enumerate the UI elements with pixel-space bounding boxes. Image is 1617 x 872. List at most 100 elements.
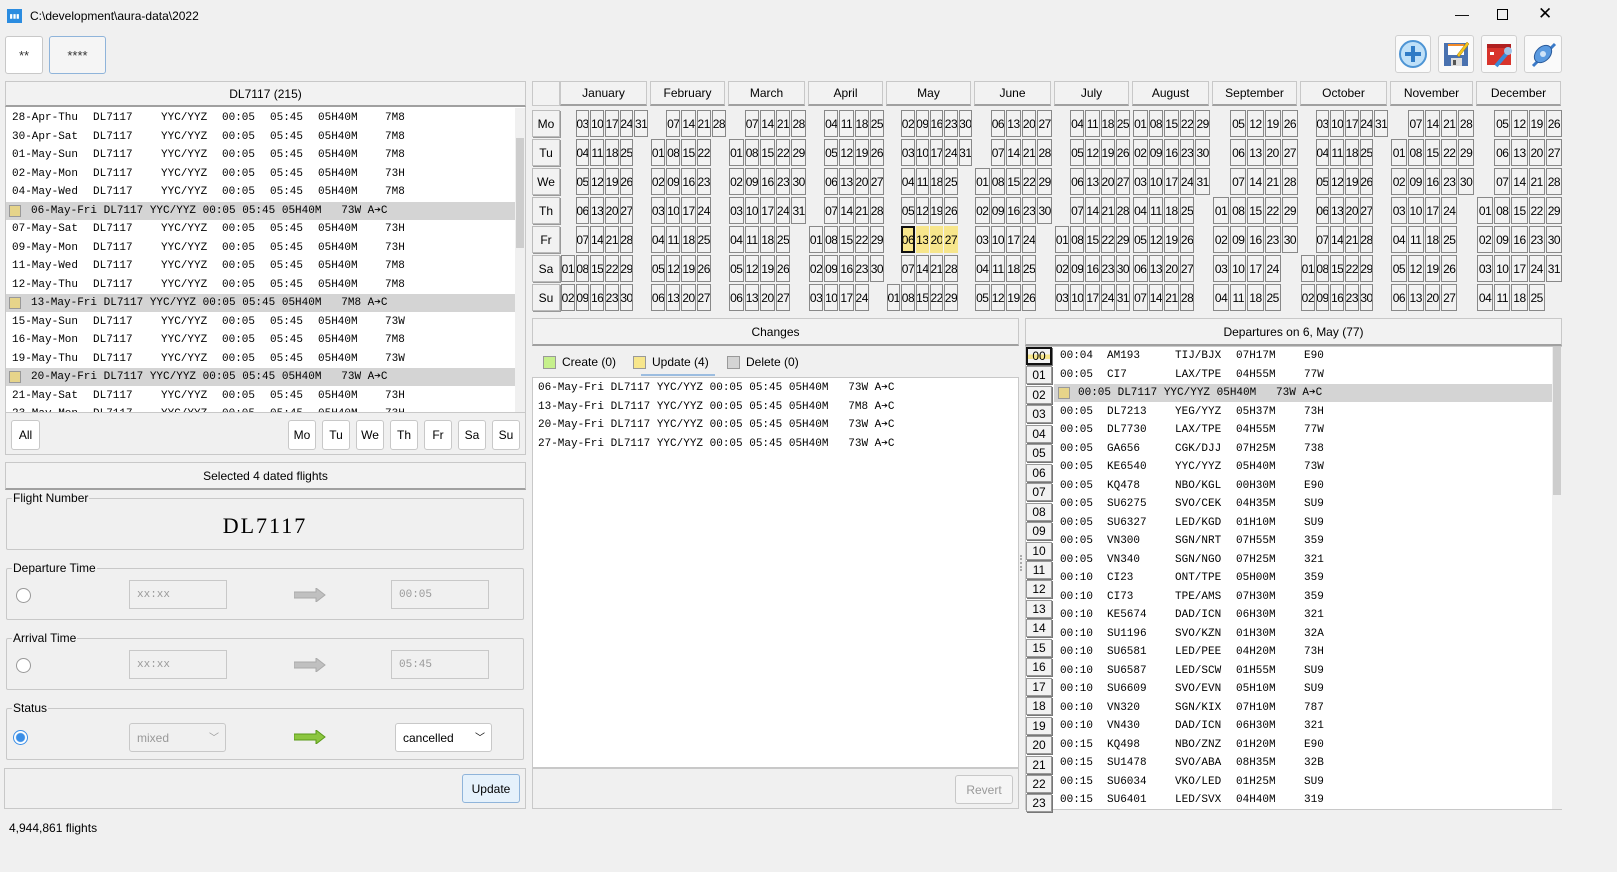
calendar-day[interactable]: 04 — [1070, 110, 1085, 137]
calendar-day[interactable]: 10 — [1148, 168, 1164, 195]
calendar-day[interactable]: 29 — [791, 139, 806, 166]
calendar-day[interactable]: 20 — [1424, 284, 1441, 311]
departure-row[interactable]: 00:10 CI73 TPE/AMS 07H30M 359 — [1054, 588, 1552, 606]
calendar-day[interactable]: 01 — [1133, 110, 1148, 137]
filter-day-sa[interactable]: Sa — [458, 420, 486, 450]
calendar-day[interactable]: 17 — [1085, 284, 1100, 311]
calendar-day[interactable]: 25 — [1115, 110, 1130, 137]
calendar-day[interactable]: 30 — [869, 255, 884, 282]
departure-row[interactable]: 00:10 SU6609 SVO/EVN 05H10M SU9 — [1054, 680, 1552, 698]
save-button[interactable] — [1438, 35, 1474, 73]
month-header-august[interactable]: August — [1132, 81, 1209, 106]
calendar-day[interactable]: 28 — [1115, 197, 1130, 224]
calendar-day[interactable]: 16 — [590, 284, 604, 311]
calendar-day[interactable]: 11 — [990, 255, 1006, 282]
calendar-day[interactable]: 01 — [975, 168, 990, 195]
calendar-day[interactable]: 21 — [1100, 197, 1115, 224]
calendar-day[interactable]: 08 — [1407, 139, 1424, 166]
filter-day-fr[interactable]: Fr — [424, 420, 452, 450]
calendar-day[interactable]: 15 — [1006, 168, 1021, 195]
calendar-day[interactable]: 19 — [1100, 139, 1115, 166]
departure-row[interactable]: 00:05 GA656 CGK/DJJ 07H25M 738 — [1054, 440, 1552, 458]
calendar-day[interactable]: 13 — [839, 168, 854, 195]
calendar-day[interactable]: 19 — [760, 255, 775, 282]
toolbar-button-short[interactable]: ** — [5, 36, 43, 74]
hour-button-05[interactable]: 05 — [1026, 444, 1052, 463]
departure-row[interactable]: 00:10 SU6587 LED/SCW 01H55M SU9 — [1054, 662, 1552, 680]
calendar-day[interactable]: 16 — [1511, 226, 1528, 253]
calendar-day[interactable]: 23 — [944, 110, 958, 137]
calendar-day[interactable]: 22 — [1441, 139, 1458, 166]
calendar-day[interactable]: 07 — [744, 110, 760, 137]
calendar-day[interactable]: 20 — [605, 197, 619, 224]
calendar-day[interactable]: 11 — [1494, 284, 1511, 311]
calendar-day[interactable]: 14 — [1148, 284, 1164, 311]
hour-button-11[interactable]: 11 — [1026, 561, 1052, 579]
hour-button-16[interactable]: 16 — [1026, 658, 1052, 677]
calendar-day[interactable]: 15 — [760, 139, 775, 166]
status-from-select[interactable]: mixed ﹀ — [129, 723, 226, 752]
calendar-day[interactable]: 08 — [990, 168, 1006, 195]
departure-row[interactable]: 00:15 SU6401 LED/SVX 04H40M 319 — [1054, 791, 1552, 809]
calendar-day[interactable]: 27 — [1037, 110, 1052, 137]
calendar-day[interactable]: 17 — [839, 284, 854, 311]
calendar-day[interactable]: 09 — [1148, 139, 1164, 166]
calendar-day[interactable]: 03 — [901, 139, 915, 166]
calendar-day[interactable]: 01 — [1213, 197, 1230, 224]
departure-row[interactable]: 00:10 KE5674 DAD/ICN 06H30M 321 — [1054, 606, 1552, 624]
satellite-button[interactable] — [1524, 35, 1562, 73]
calendar-day[interactable]: 12 — [1330, 168, 1344, 195]
calendar-day[interactable]: 14 — [1424, 110, 1441, 137]
calendar-day[interactable]: 16 — [1085, 255, 1100, 282]
calendar-day[interactable]: 01 — [887, 284, 901, 311]
calendar-day[interactable]: 12 — [1247, 110, 1264, 137]
calendar-day[interactable]: 16 — [1164, 139, 1179, 166]
arrival-from-input[interactable]: xx:xx — [129, 650, 227, 679]
calendar-day[interactable]: 22 — [605, 255, 619, 282]
calendar-day[interactable]: 26 — [1115, 139, 1130, 166]
calendar-day[interactable]: 17 — [1424, 197, 1441, 224]
calendar-day[interactable]: 09 — [575, 284, 590, 311]
calendar-day[interactable]: 02 — [1301, 284, 1315, 311]
calendar-day[interactable]: 05 — [975, 284, 990, 311]
calendar-day[interactable]: 15 — [681, 139, 696, 166]
flight-row[interactable]: 28-Apr-Thu DL7117 YYC/YYZ 00:05 05:45 05H40M 7… — [6, 109, 525, 127]
calendar-day[interactable]: 13 — [1330, 197, 1344, 224]
calendar-day[interactable]: 19 — [1424, 255, 1441, 282]
calendar-day[interactable]: 27 — [1545, 139, 1562, 166]
calendar-day[interactable]: 02 — [809, 255, 824, 282]
calendar-day[interactable]: 14 — [681, 110, 696, 137]
calendar-day[interactable]: 02 — [1477, 226, 1494, 253]
calendar-day[interactable]: 26 — [1021, 284, 1037, 311]
calendar-day[interactable]: 29 — [1037, 168, 1052, 195]
calendar-day[interactable]: 02 — [1055, 255, 1070, 282]
calendar-day[interactable]: 16 — [839, 255, 854, 282]
calendar-day[interactable]: 14 — [1511, 168, 1528, 195]
flight-row[interactable]: 21-May-Sat DL7117 YYC/YYZ 00:05 05:45 05H40M 7… — [6, 387, 525, 405]
calendar-day[interactable]: 04 — [1133, 197, 1148, 224]
calendar-day[interactable]: 29 — [619, 255, 634, 282]
calendar-day[interactable]: 03 — [1055, 284, 1070, 311]
calendar-day[interactable]: 22 — [854, 226, 869, 253]
calendar-day[interactable]: 12 — [590, 168, 604, 195]
minimize-button[interactable]: — — [1452, 6, 1472, 22]
calendar-day[interactable]: 18 — [1164, 197, 1179, 224]
calendar-day[interactable]: 07 — [1070, 197, 1085, 224]
calendar-day[interactable]: 03 — [575, 110, 590, 137]
departure-from-input[interactable]: xx:xx — [129, 580, 227, 609]
calendar-day[interactable]: 26 — [775, 255, 791, 282]
filter-all-button[interactable]: All — [11, 420, 40, 450]
month-header-february[interactable]: February — [650, 81, 725, 106]
calendar-day[interactable]: 20 — [760, 284, 775, 311]
departure-row[interactable]: 00:05 KQ478 NBO/KGL 00H30M E90 — [1054, 477, 1552, 495]
calendar-day[interactable]: 23 — [1100, 255, 1115, 282]
calendar-day[interactable]: 22 — [696, 139, 711, 166]
scrollbar-thumb[interactable] — [516, 138, 524, 248]
calendar-day[interactable]: 12 — [744, 255, 760, 282]
calendar-day[interactable]: 29 — [869, 226, 884, 253]
calendar-day[interactable]: 15 — [1330, 255, 1344, 282]
calendar-day[interactable]: 17 — [605, 110, 619, 137]
hour-button-08[interactable]: 08 — [1026, 502, 1052, 521]
calendar-day[interactable]: 16 — [1006, 197, 1021, 224]
calendar-day[interactable]: 02 — [561, 284, 575, 311]
